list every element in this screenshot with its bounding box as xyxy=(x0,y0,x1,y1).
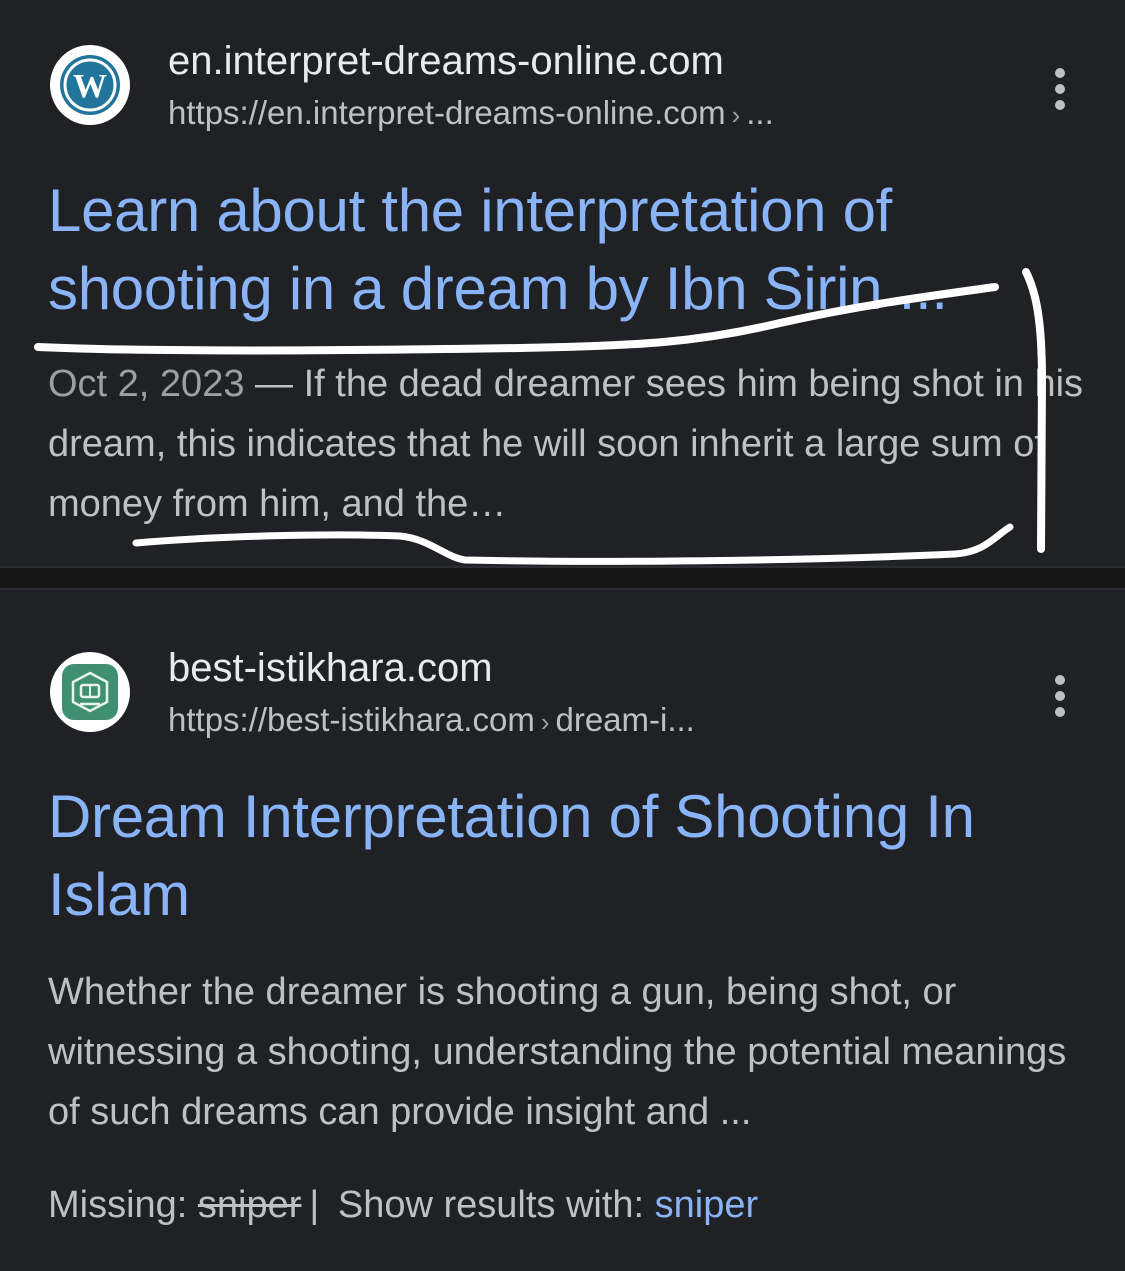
wordpress-logo-icon[interactable]: W xyxy=(50,45,130,125)
show-results-with-link[interactable]: sniper xyxy=(655,1184,759,1226)
result-divider xyxy=(0,566,1125,590)
missing-term: sniper xyxy=(197,1184,302,1226)
missing-terms-bar: Missing: sniper | Show results with: snip… xyxy=(48,1180,758,1230)
show-results-label: Show results with: xyxy=(327,1184,655,1226)
istikhara-logo-icon[interactable] xyxy=(50,652,130,732)
wordpress-logo-icon-graphic: W xyxy=(60,55,120,115)
url-base: https://best-istikhara.com xyxy=(168,701,535,738)
url-tail: ... xyxy=(746,94,774,131)
result-snippet: Oct 2, 2023 — If the dead dreamer sees h… xyxy=(48,354,1088,534)
result-snippet: Whether the dreamer is shooting a gun, b… xyxy=(48,971,1067,1133)
url-tail: dream-i... xyxy=(555,701,695,738)
more-options-icon[interactable] xyxy=(1040,59,1080,119)
search-results-page: W en.interpret-dreams-online.com https:/… xyxy=(0,0,1125,1271)
result-title-link[interactable]: Learn about the interpretation of shooti… xyxy=(48,172,1068,328)
more-options-icon[interactable] xyxy=(1040,666,1080,726)
istikhara-logo-icon-graphic xyxy=(62,664,118,720)
svg-text:W: W xyxy=(73,68,107,105)
chevron-right-icon: › xyxy=(731,100,741,130)
result-date: Oct 2, 2023 xyxy=(48,363,245,405)
site-name[interactable]: en.interpret-dreams-online.com xyxy=(168,37,724,85)
chevron-right-icon: › xyxy=(540,707,550,737)
site-url[interactable]: https://en.interpret-dreams-online.com ›.… xyxy=(168,93,774,135)
site-name[interactable]: best-istikhara.com xyxy=(168,644,493,692)
missing-divider: | xyxy=(309,1184,320,1226)
search-result: W en.interpret-dreams-online.com https:/… xyxy=(0,0,1125,566)
divider-line xyxy=(0,566,1125,568)
site-url[interactable]: https://best-istikhara.com › dream-i... xyxy=(168,700,695,742)
search-result: best-istikhara.com https://best-istikhar… xyxy=(0,590,1125,1271)
result-title-link[interactable]: Dream Interpretation of Shooting In Isla… xyxy=(48,778,1068,934)
missing-label: Missing: xyxy=(48,1184,198,1226)
url-base: https://en.interpret-dreams-online.com xyxy=(168,94,726,131)
